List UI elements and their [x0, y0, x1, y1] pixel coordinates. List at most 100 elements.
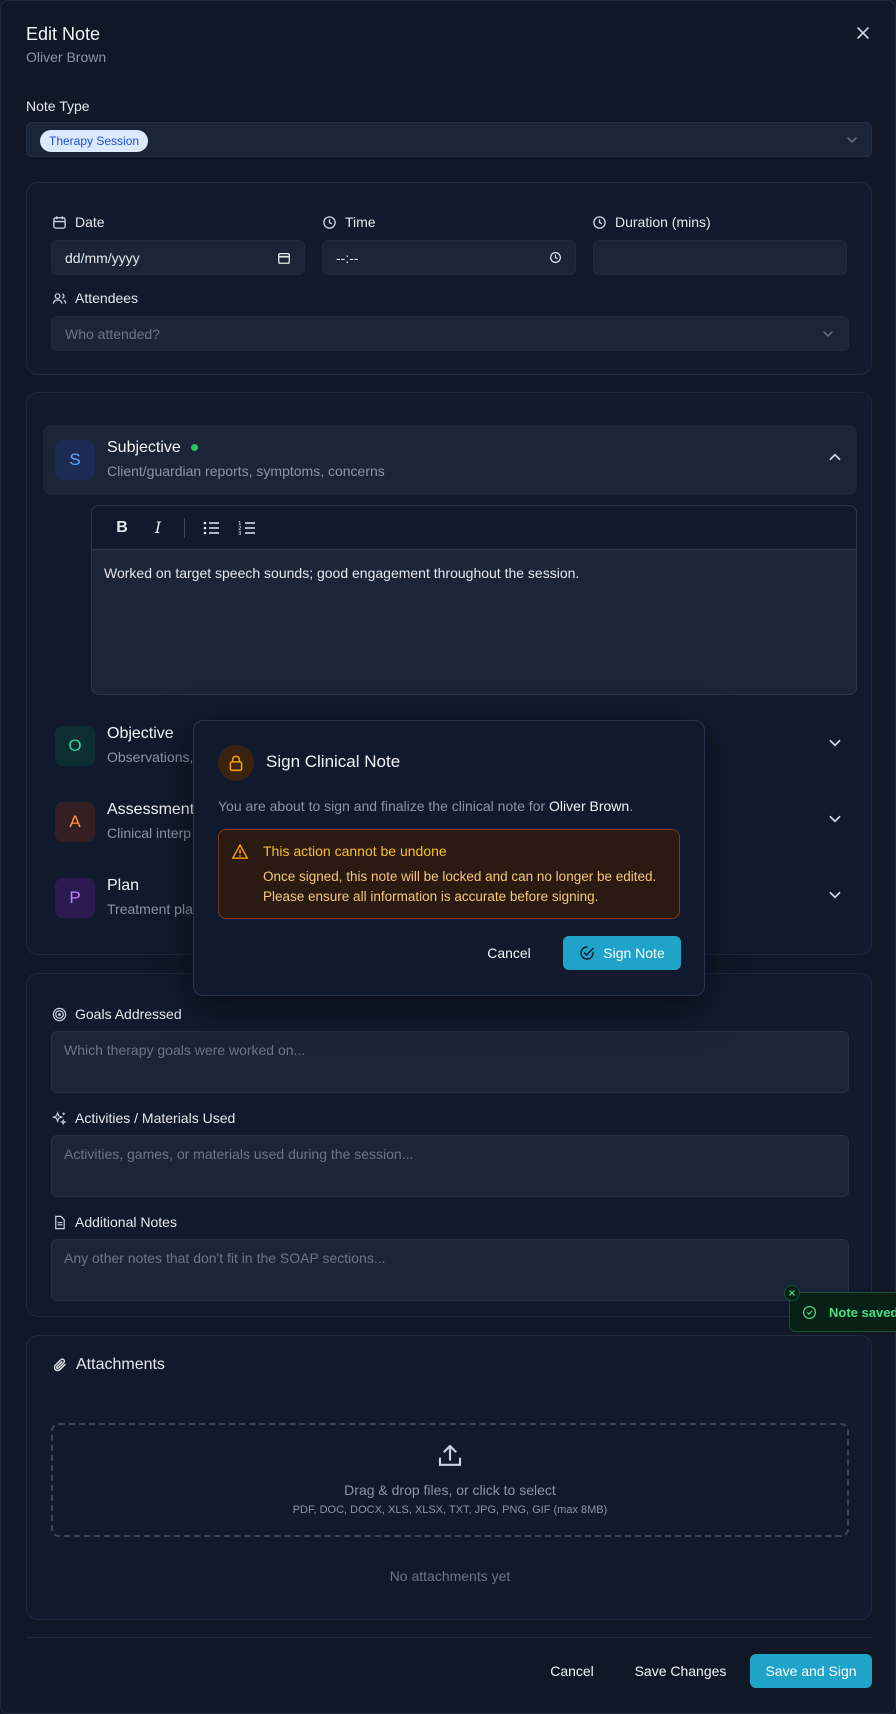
activities-textarea[interactable]: Activities, games, or materials used dur…: [51, 1135, 849, 1197]
time-input[interactable]: --:--: [322, 240, 576, 275]
chevron-down-icon: [847, 137, 857, 144]
cancel-button[interactable]: Cancel: [532, 1654, 612, 1688]
attachments-card: Attachments Drag & drop files, or click …: [26, 1335, 872, 1620]
chevron-down-icon: [829, 815, 841, 823]
date-label: Date: [52, 214, 105, 230]
file-dropzone[interactable]: Drag & drop files, or click to select PD…: [51, 1423, 849, 1537]
check-circle-icon: [802, 1305, 817, 1320]
calendar-picker-icon[interactable]: [277, 251, 291, 265]
soap-badge-s: S: [55, 440, 95, 480]
footer-divider: [26, 1637, 872, 1638]
attendees-label: Attendees: [52, 290, 138, 306]
soap-desc-objective: Observations,: [107, 749, 194, 765]
dialog-title: Edit Note: [26, 24, 101, 44]
soap-desc-assessment: Clinical interp: [107, 825, 192, 841]
warning-title: This action cannot be undone: [263, 843, 447, 859]
upload-icon: [438, 1444, 462, 1466]
soap-title-text: Subjective: [107, 439, 181, 456]
sign-note-button[interactable]: Sign Note: [563, 936, 681, 970]
sparkles-icon: [52, 1110, 67, 1125]
attendees-label-text: Attendees: [75, 290, 139, 306]
subjective-editor[interactable]: B I 123 Worked on target speech sounds; …: [91, 505, 857, 695]
soap-desc-subjective: Client/guardian reports, symptoms, conce…: [107, 463, 385, 479]
modal-patient-name: Oliver Brown: [549, 798, 630, 814]
attachments-empty: No attachments yet: [389, 1568, 511, 1584]
note-type-label: Note Type: [26, 98, 90, 114]
close-icon: [857, 27, 869, 39]
goals-label: Goals Addressed: [52, 1006, 182, 1022]
modal-body-suffix: .: [629, 798, 634, 814]
notes-label: Additional Notes: [52, 1214, 177, 1230]
attachments-header: Attachments: [52, 1356, 165, 1374]
patient-name: Oliver Brown: [26, 49, 107, 65]
activities-label: Activities / Materials Used: [52, 1110, 235, 1126]
dropzone-formats: PDF, DOC, DOCX, XLS, XLSX, TXT, JPG, PNG…: [292, 1504, 608, 1516]
sign-note-modal: Sign Clinical Note You are about to sign…: [193, 720, 705, 996]
soap-title-assessment: Assessment: [107, 801, 195, 818]
dropzone-text: Drag & drop files, or click to select: [344, 1482, 556, 1498]
attendees-placeholder: Who attended?: [65, 325, 160, 342]
date-placeholder: dd/mm/yyyy: [65, 249, 140, 266]
numbered-list-icon: 123: [238, 521, 255, 537]
goals-textarea[interactable]: Which therapy goals were worked on...: [51, 1031, 849, 1093]
duration-label: Duration (mins): [592, 214, 711, 230]
soap-title-subjective: Subjective: [107, 439, 199, 457]
target-icon: [52, 1007, 67, 1021]
chevron-up-icon: [829, 453, 841, 461]
duration-input[interactable]: [593, 240, 847, 275]
bullet-list-button[interactable]: [201, 518, 221, 538]
soap-badge-o: O: [55, 726, 95, 766]
warning-body: Once signed, this note will be locked an…: [263, 869, 657, 904]
editor-content[interactable]: Worked on target speech sounds; good eng…: [92, 550, 856, 596]
attendees-select[interactable]: Who attended?: [51, 316, 849, 351]
toast-text: Note saved: [829, 1305, 896, 1320]
chevron-down-icon: [829, 891, 841, 899]
success-toast: Note saved: [784, 1285, 896, 1332]
check-circle-icon: [580, 946, 594, 960]
close-button[interactable]: [851, 21, 875, 45]
notes-label-text: Additional Notes: [75, 1214, 177, 1230]
clock-icon: [593, 215, 606, 229]
status-dot: [191, 444, 199, 452]
soap-title-plan: Plan: [107, 877, 140, 894]
modal-body: You are about to sign and finalize the c…: [218, 798, 633, 814]
time-label: Time: [322, 214, 376, 230]
paperclip-icon: [53, 1358, 66, 1372]
notes-textarea[interactable]: Any other notes that don't fit in the SO…: [51, 1239, 849, 1301]
date-input[interactable]: dd/mm/yyyy: [51, 240, 305, 275]
svg-text:3: 3: [238, 531, 242, 537]
calendar-icon: [53, 215, 66, 229]
sign-note-label: Sign Note: [603, 945, 665, 961]
lock-icon: [229, 755, 243, 772]
note-type-chip: Therapy Session: [40, 130, 149, 152]
modal-cancel-button[interactable]: Cancel: [473, 936, 545, 970]
goals-label-text: Goals Addressed: [75, 1006, 182, 1022]
clock-picker-icon[interactable]: [549, 251, 562, 264]
toast-close-button[interactable]: [784, 1285, 800, 1301]
activities-label-text: Activities / Materials Used: [75, 1110, 236, 1126]
save-changes-button[interactable]: Save Changes: [623, 1654, 738, 1688]
italic-button[interactable]: I: [148, 518, 168, 538]
session-details-card: Date dd/mm/yyyy Time --:-- Duration (min…: [26, 182, 872, 375]
attachments-title: Attachments: [76, 1356, 165, 1373]
editor-toolbar: B I 123: [92, 506, 856, 550]
modal-body-prefix: You are about to sign and finalize the c…: [218, 798, 546, 814]
soap-title-objective: Objective: [107, 725, 174, 742]
toolbar-divider: [184, 517, 185, 538]
soap-desc-plan: Treatment pla: [107, 901, 193, 917]
clock-icon: [323, 215, 336, 229]
save-and-sign-button[interactable]: Save and Sign: [750, 1654, 872, 1688]
modal-title: Sign Clinical Note: [266, 752, 401, 771]
users-icon: [52, 292, 67, 304]
edit-note-dialog: Edit Note Oliver Brown Note Type Therapy…: [0, 0, 896, 1714]
chevron-down-icon: [823, 330, 833, 337]
soap-badge-a: A: [55, 802, 95, 842]
numbered-list-button[interactable]: 123: [237, 518, 257, 538]
note-type-select[interactable]: Therapy Session: [26, 122, 872, 157]
soap-subjective-header[interactable]: S Subjective Client/guardian reports, sy…: [43, 425, 857, 495]
soap-badge-p: P: [55, 878, 95, 918]
chevron-down-icon: [829, 739, 841, 747]
time-placeholder: --:--: [336, 249, 359, 266]
bold-button[interactable]: B: [112, 518, 132, 538]
document-icon: [55, 1215, 65, 1229]
